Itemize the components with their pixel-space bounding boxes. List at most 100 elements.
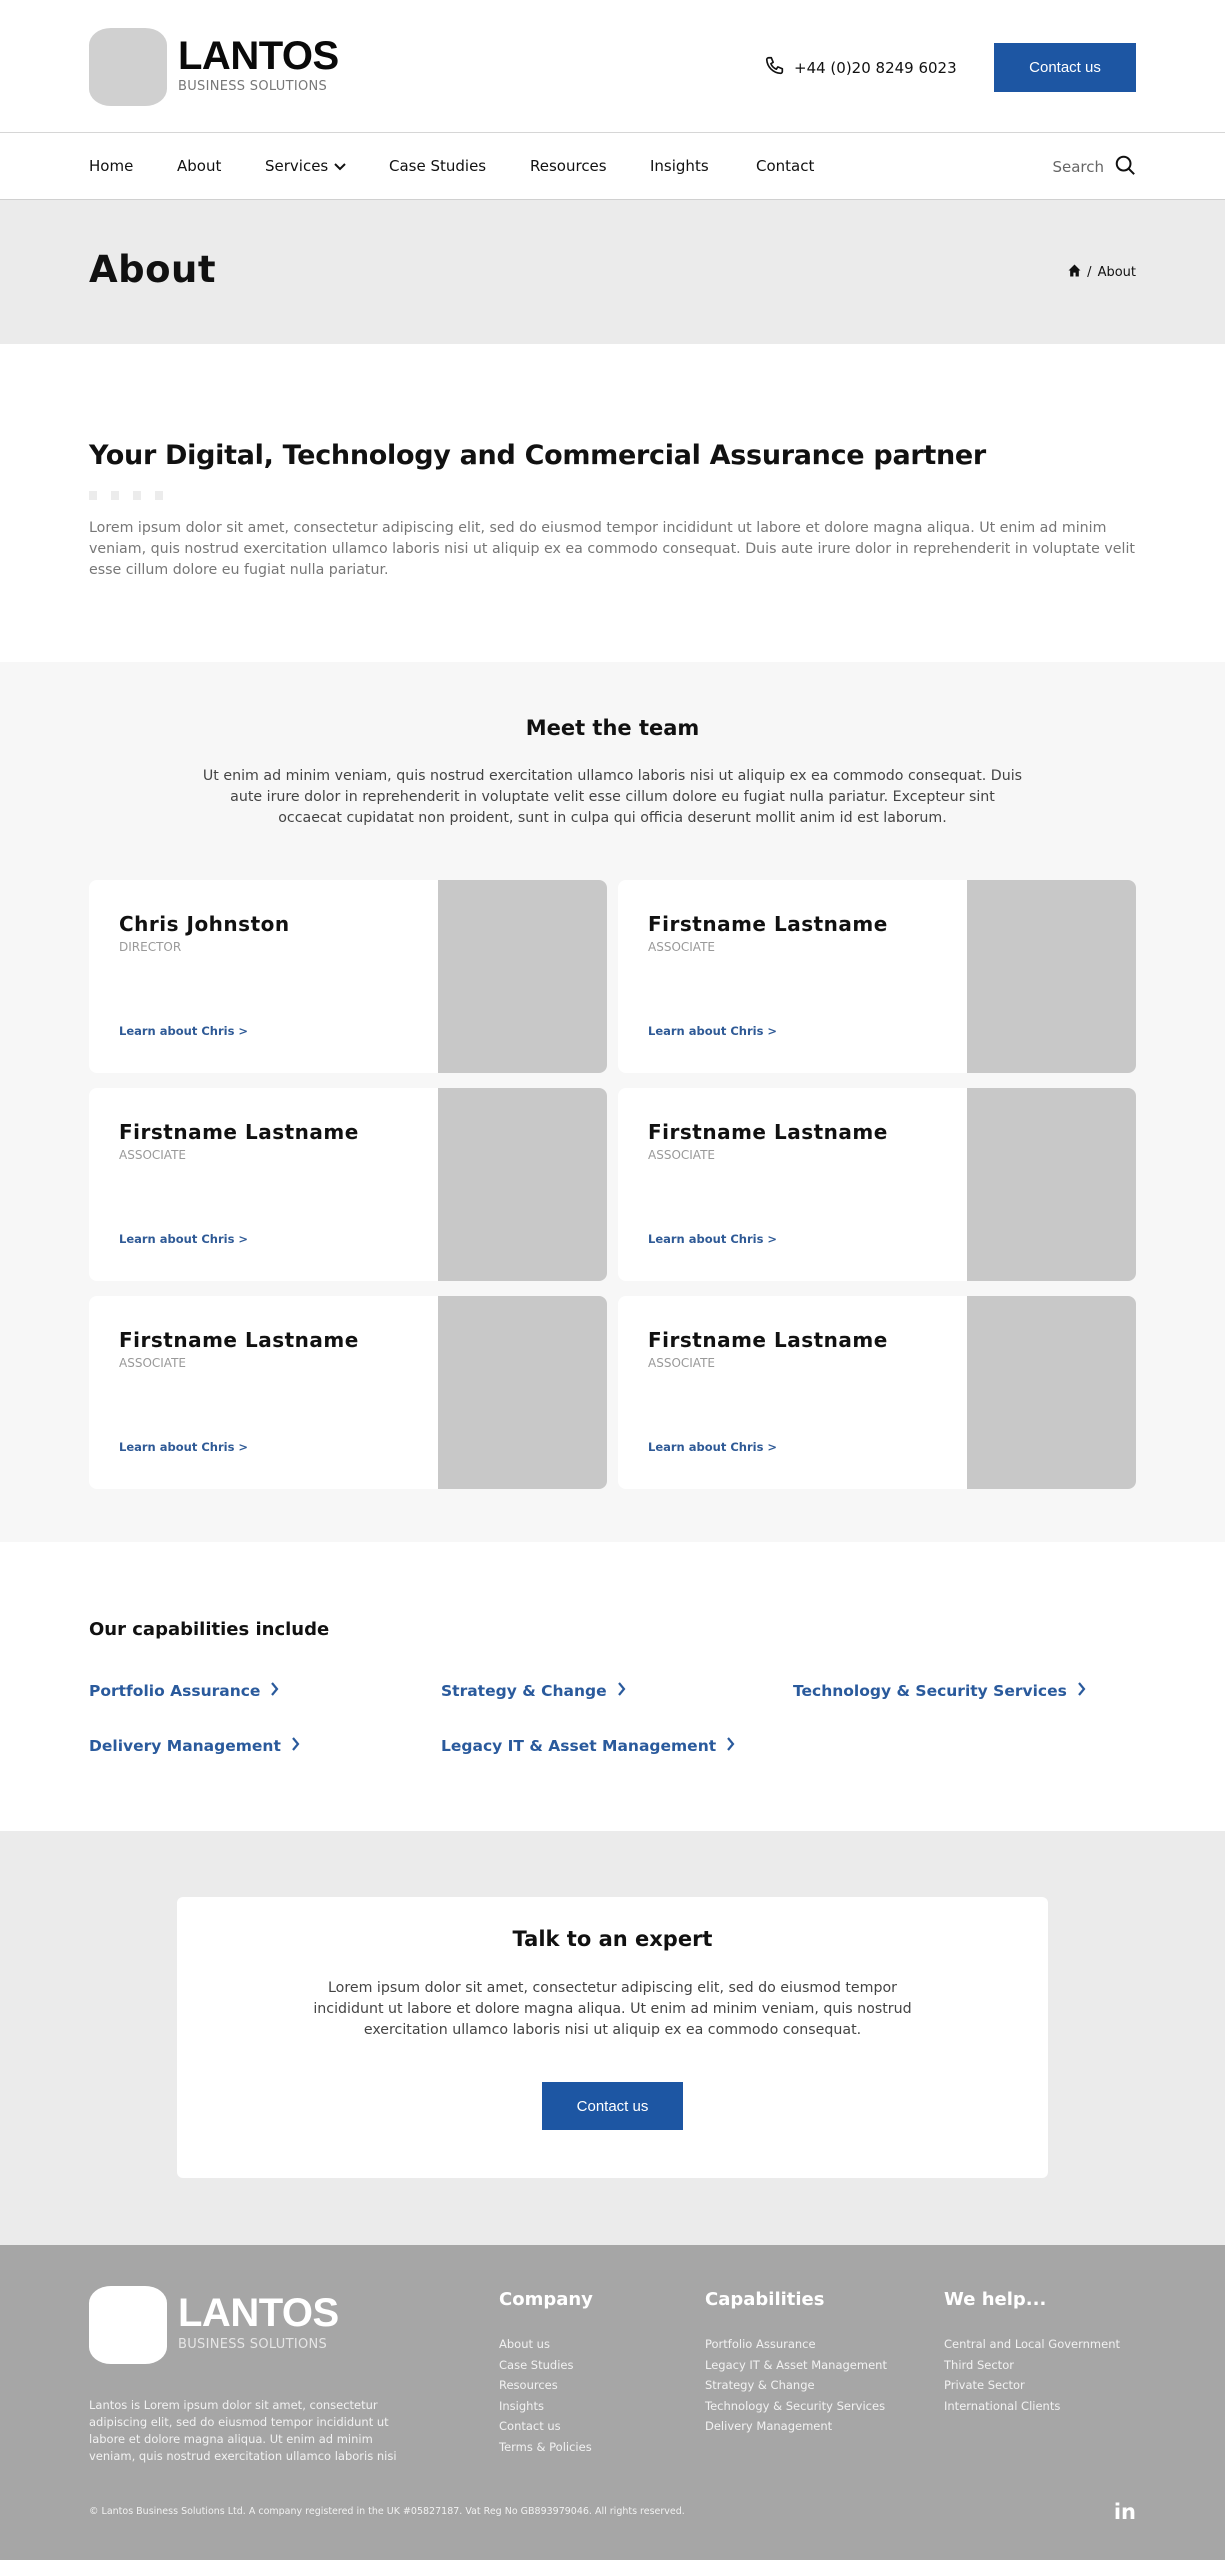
team-card: Chris Johnston DIRECTOR Learn about Chri… <box>89 880 607 1073</box>
cta-contact-button[interactable]: Contact us <box>542 2082 683 2130</box>
search-icon <box>1114 154 1136 180</box>
footer-link[interactable]: Insights <box>499 2396 593 2417</box>
chevron-down-icon <box>334 157 346 175</box>
member-name: Chris Johnston <box>119 912 290 936</box>
capability-label: Strategy & Change <box>441 1682 607 1700</box>
footer-legal: © Lantos Business Solutions Ltd. A compa… <box>89 2506 685 2517</box>
nav-item-about[interactable]: About <box>177 157 221 175</box>
member-photo <box>967 880 1136 1073</box>
member-role: ASSOCIATE <box>119 1356 186 1370</box>
intro-body: Lorem ipsum dolor sit amet, consectetur … <box>89 520 1135 578</box>
breadcrumb: / About <box>1068 264 1136 281</box>
nav-item-resources[interactable]: Resources <box>530 157 607 175</box>
member-name: Firstname Lastname <box>648 1328 888 1352</box>
member-name: Firstname Lastname <box>648 912 888 936</box>
capability-label: Portfolio Assurance <box>89 1682 261 1700</box>
footer-logo-mark[interactable] <box>89 2286 167 2364</box>
nav-item-home[interactable]: Home <box>89 157 133 175</box>
team-card: Firstname Lastname ASSOCIATE Learn about… <box>89 1088 607 1281</box>
footer-link[interactable]: Technology & Security Services <box>705 2396 887 2417</box>
nav-label: Resources <box>530 157 607 175</box>
decorative-dots <box>89 491 163 500</box>
learn-more-link[interactable]: Learn about Chris > <box>119 1440 248 1454</box>
capability-link-portfolio-assurance[interactable]: Portfolio Assurance <box>89 1682 279 1700</box>
cta-heading: Talk to an expert <box>512 1927 713 1951</box>
top-header: LANTOS BUSINESS SOLUTIONS +44 (0)20 8249… <box>0 0 1225 133</box>
cta-body: Lorem ipsum dolor sit amet, consectetur … <box>313 1980 912 2038</box>
footer-link[interactable]: Terms & Policies <box>499 2437 593 2458</box>
capability-link-strategy-change[interactable]: Strategy & Change <box>441 1682 626 1700</box>
capability-link-legacy-it[interactable]: Legacy IT & Asset Management <box>441 1737 735 1755</box>
learn-more-link[interactable]: Learn about Chris > <box>648 1440 777 1454</box>
footer-link[interactable]: Delivery Management <box>705 2416 887 2437</box>
footer-about: Lantos is Lorem ipsum dolor sit amet, co… <box>89 2398 397 2463</box>
phone-link[interactable]: +44 (0)20 8249 6023 <box>764 55 957 81</box>
team-heading: Meet the team <box>525 716 700 740</box>
member-photo <box>438 1088 607 1281</box>
phone-icon <box>764 55 786 81</box>
breadcrumb-separator: / <box>1087 265 1092 280</box>
footer-logo-subtitle: BUSINESS SOLUTIONS <box>178 2337 328 2352</box>
team-card: Firstname Lastname ASSOCIATE Learn about… <box>89 1296 607 1489</box>
member-name: Firstname Lastname <box>119 1120 359 1144</box>
footer-link[interactable]: Private Sector <box>944 2375 1120 2396</box>
member-photo <box>438 880 607 1073</box>
capability-label: Delivery Management <box>89 1737 281 1755</box>
capability-label: Technology & Security Services <box>793 1682 1067 1700</box>
nav-item-insights[interactable]: Insights <box>650 157 709 175</box>
footer-link[interactable]: Case Studies <box>499 2355 593 2376</box>
footer-link[interactable]: Resources <box>499 2375 593 2396</box>
nav-item-case-studies[interactable]: Case Studies <box>389 157 486 175</box>
linkedin-icon[interactable]: in <box>1114 2500 1136 2524</box>
learn-more-link[interactable]: Learn about Chris > <box>648 1024 777 1038</box>
team-body: Ut enim ad minim veniam, quis nostrud ex… <box>202 768 1023 826</box>
capability-link-technology-security[interactable]: Technology & Security Services <box>793 1682 1086 1700</box>
nav-item-contact[interactable]: Contact <box>756 157 814 175</box>
nav-label: Services <box>265 157 329 175</box>
member-photo <box>967 1088 1136 1281</box>
footer-col-capabilities: Capabilities Portfolio Assurance Legacy … <box>705 2289 887 2437</box>
footer-link[interactable]: International Clients <box>944 2396 1120 2417</box>
footer-col-heading: We help... <box>944 2289 1047 2310</box>
learn-more-link[interactable]: Learn about Chris > <box>119 1232 248 1246</box>
member-name: Firstname Lastname <box>648 1120 888 1144</box>
team-section: Meet the team Ut enim ad minim veniam, q… <box>0 662 1225 1542</box>
logo-title[interactable]: LANTOS <box>178 36 339 76</box>
team-card: Firstname Lastname ASSOCIATE Learn about… <box>618 880 1136 1073</box>
team-card: Firstname Lastname ASSOCIATE Learn about… <box>618 1296 1136 1489</box>
page-title: About <box>89 248 217 291</box>
footer-link[interactable]: Strategy & Change <box>705 2375 887 2396</box>
chevron-right-icon <box>291 1737 300 1755</box>
chevron-right-icon <box>270 1682 279 1700</box>
nav-label: Case Studies <box>389 157 487 175</box>
footer-logo-title[interactable]: LANTOS <box>178 2293 339 2333</box>
footer-link[interactable]: About us <box>499 2334 593 2355</box>
footer-link[interactable]: Third Sector <box>944 2355 1120 2376</box>
member-role: ASSOCIATE <box>648 1356 715 1370</box>
member-name: Firstname Lastname <box>119 1328 359 1352</box>
capability-link-delivery-management[interactable]: Delivery Management <box>89 1737 300 1755</box>
footer-link[interactable]: Central and Local Government <box>944 2334 1120 2355</box>
breadcrumb-current: About <box>1097 265 1136 280</box>
phone-number: +44 (0)20 8249 6023 <box>794 59 957 77</box>
footer-link[interactable]: Portfolio Assurance <box>705 2334 887 2355</box>
intro-heading: Your Digital, Technology and Commercial … <box>89 440 986 471</box>
nav-item-services[interactable]: Services <box>265 157 346 175</box>
footer-link[interactable]: Contact us <box>499 2416 593 2437</box>
logo-mark[interactable] <box>89 28 167 106</box>
learn-more-link[interactable]: Learn about Chris > <box>648 1232 777 1246</box>
member-photo <box>967 1296 1136 1489</box>
search-button[interactable]: Search <box>1052 154 1136 180</box>
member-role: ASSOCIATE <box>648 1148 715 1162</box>
learn-more-link[interactable]: Learn about Chris > <box>119 1024 248 1038</box>
chevron-right-icon <box>726 1737 735 1755</box>
home-icon[interactable] <box>1068 264 1081 281</box>
contact-us-button[interactable]: Contact us <box>994 43 1136 92</box>
logo-subtitle: BUSINESS SOLUTIONS <box>178 79 328 94</box>
chevron-right-icon <box>617 1682 626 1700</box>
footer-link[interactable]: Legacy IT & Asset Management <box>705 2355 887 2376</box>
capabilities-heading: Our capabilities include <box>89 1619 330 1640</box>
member-role: ASSOCIATE <box>119 1148 186 1162</box>
member-photo <box>438 1296 607 1489</box>
chevron-right-icon <box>1077 1682 1086 1700</box>
